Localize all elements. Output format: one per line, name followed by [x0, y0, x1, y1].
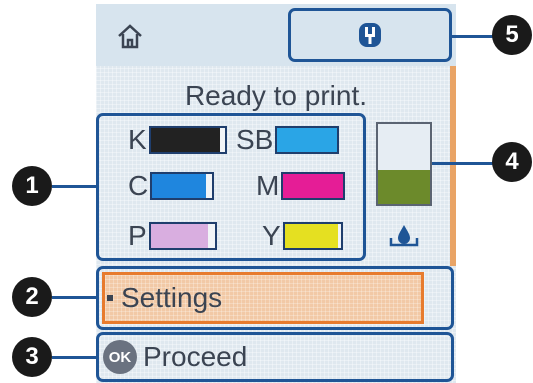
status-message: Ready to print. — [184, 80, 368, 111]
ink-fill — [150, 128, 220, 152]
ink-label: Y — [262, 220, 281, 251]
scroll-edge — [450, 66, 456, 266]
ink-fill — [277, 128, 338, 152]
ink-bar — [282, 222, 343, 250]
callout-2: 2 — [12, 277, 52, 317]
callout-line-5 — [450, 35, 496, 38]
callout-line-2 — [52, 296, 98, 299]
ink-fill — [283, 174, 344, 198]
home-button[interactable] — [100, 10, 160, 62]
ink-label: P — [128, 220, 147, 251]
ink-drop-icon — [389, 225, 419, 247]
maintenance-box-fill — [378, 169, 430, 204]
ink-fill — [284, 224, 338, 248]
callout-5: 5 — [492, 15, 532, 55]
settings-button[interactable]: Settings — [102, 272, 424, 324]
ink-k: K — [128, 120, 227, 160]
ink-bar — [148, 126, 227, 154]
ink-fill — [152, 174, 207, 198]
settings-label: Settings — [121, 282, 223, 313]
ink-bar — [150, 172, 215, 200]
ink-label: SB — [236, 124, 274, 155]
ink-label: C — [128, 170, 149, 201]
ink-bar — [148, 222, 217, 250]
network-status-icon — [359, 23, 381, 47]
selection-marker — [107, 295, 113, 301]
ink-y: Y — [262, 216, 343, 256]
ink-c: C — [128, 166, 215, 206]
callout-line-3 — [52, 356, 98, 359]
ink-p: P — [128, 216, 217, 256]
callout-1: 1 — [12, 166, 52, 206]
ok-icon: OK — [103, 340, 137, 374]
callout-3: 3 — [12, 337, 52, 377]
maintenance-box-gauge[interactable] — [376, 122, 432, 206]
proceed-label: Proceed — [143, 341, 248, 372]
proceed-button[interactable]: OK Proceed — [96, 332, 454, 382]
callout-line-1 — [52, 185, 98, 188]
ink-sb: SB — [236, 120, 340, 160]
callout-4: 4 — [492, 142, 532, 182]
ink-m: M — [256, 166, 346, 206]
ink-bar — [275, 126, 340, 154]
ink-bar — [281, 172, 346, 200]
ink-label: M — [256, 170, 280, 201]
network-status-button[interactable] — [288, 8, 452, 62]
ink-fill — [150, 224, 209, 248]
ink-label: K — [128, 124, 147, 155]
callout-line-4 — [432, 162, 496, 165]
home-icon — [118, 24, 142, 49]
